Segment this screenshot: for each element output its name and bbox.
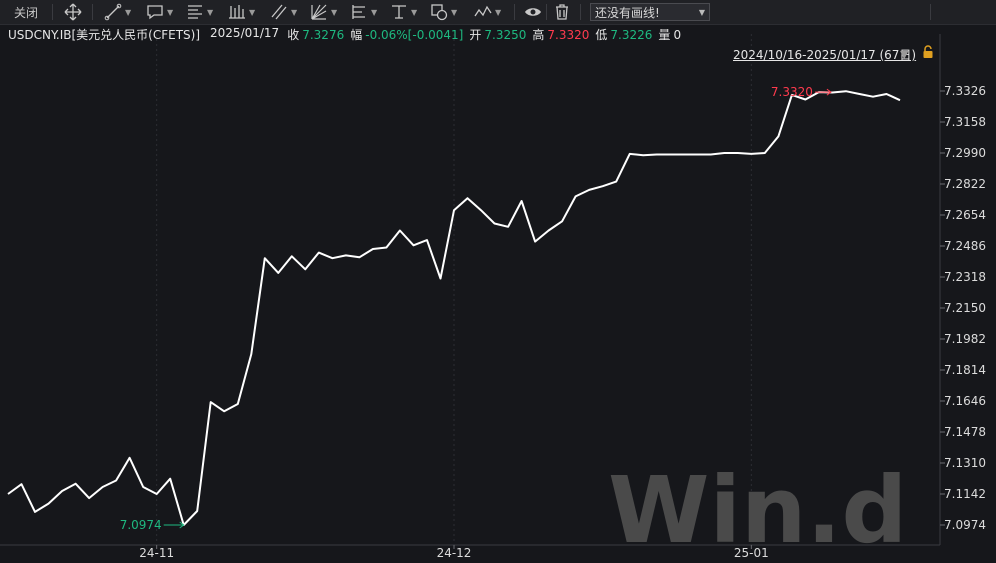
y-tick-label: 7.1478 xyxy=(944,425,986,439)
price-line-chart[interactable]: Win.d 7.33267.31587.29907.28227.26547.24… xyxy=(0,0,996,563)
y-tick-label: 7.1814 xyxy=(944,363,986,377)
y-axis: 7.3326 7.3158 7.2990 7.2822 7.2654 7.2486 7.23… xyxy=(940,84,986,532)
x-tick-label: 25-01 xyxy=(734,546,769,560)
y-tick-label: 7.0974 xyxy=(944,518,986,532)
y-tick-label: 7.3326 xyxy=(944,84,986,98)
y-tick-label: 7.1646 xyxy=(944,394,986,408)
range-dropdown-icon[interactable]: ▼ xyxy=(900,48,908,61)
y-tick-label: 7.2486 xyxy=(944,239,986,253)
y-tick-label: 7.2654 xyxy=(944,208,986,222)
y-tick-label: 7.1310 xyxy=(944,456,986,470)
date-range-selector[interactable]: 2024/10/16-2025/01/17 (67日) xyxy=(733,46,916,63)
x-tick-label: 24-11 xyxy=(139,546,174,560)
y-tick-label: 7.2150 xyxy=(944,301,986,315)
min-label: 7.0974 xyxy=(120,518,162,532)
x-tick-label: 24-12 xyxy=(437,546,472,560)
lock-icon[interactable] xyxy=(922,44,934,63)
max-label: 7.3320 xyxy=(771,85,813,99)
y-tick-label: 7.3158 xyxy=(944,115,986,129)
y-tick-label: 7.2990 xyxy=(944,146,986,160)
y-tick-label: 7.2318 xyxy=(944,270,986,284)
y-tick-label: 7.2822 xyxy=(944,177,986,191)
y-tick-label: 7.1142 xyxy=(944,487,986,501)
y-tick-label: 7.1982 xyxy=(944,332,986,346)
